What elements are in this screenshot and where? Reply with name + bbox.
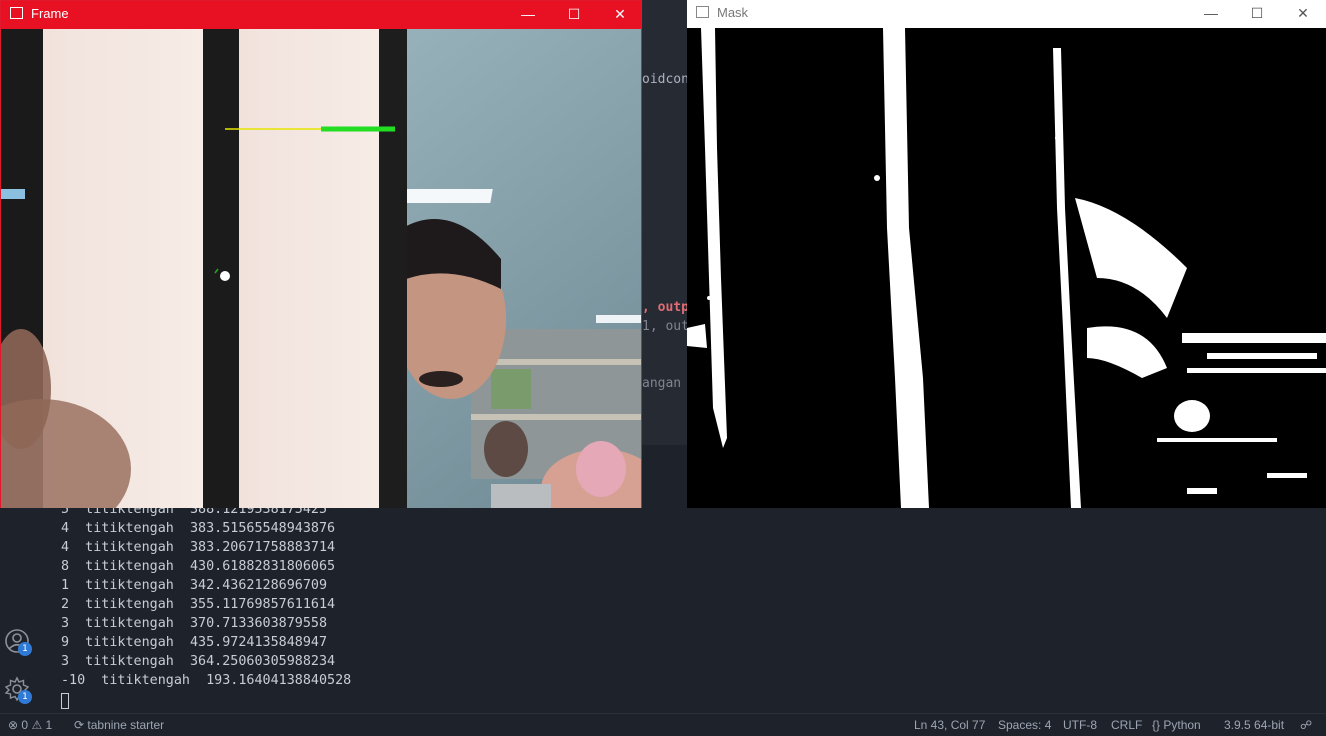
accounts-button[interactable]: 1 [4, 628, 32, 656]
mask-image [687, 28, 1326, 508]
error-icon: ⊗ [8, 718, 19, 732]
accounts-badge: 1 [18, 642, 32, 656]
terminal-line: 9 titiktengah 435.9724135848947 [61, 635, 328, 650]
code-fragment: , outp [642, 300, 689, 315]
binary-mask [687, 28, 1326, 508]
cursor-position[interactable]: Ln 43, Col 77 [914, 718, 985, 732]
tabnine-icon: ⟳ [74, 718, 85, 732]
mask-titlebar[interactable]: Mask — ☐ ✕ [687, 0, 1326, 26]
tabnine-label: tabnine starter [87, 718, 165, 732]
terminal-line: 3 titiktengah 370.7133603879558 [61, 616, 328, 631]
terminal-line: 8 titiktengah 430.61882831806065 [61, 559, 336, 574]
terminal-line: 4 titiktengah 383.51565548943876 [61, 521, 336, 536]
terminal-line: 3 titiktengah 364.25060305988234 [61, 654, 336, 669]
line-ending[interactable]: CRLF [1111, 718, 1142, 732]
terminal-line: 4 titiktengah 383.20671758883714 [61, 540, 336, 555]
encoding[interactable]: UTF-8 [1063, 718, 1097, 732]
camera-scene [1, 29, 641, 508]
app-icon [696, 6, 709, 18]
settings-badge: 1 [18, 690, 32, 704]
minimize-button[interactable]: — [1188, 0, 1234, 26]
problems-indicator[interactable]: ⊗ 0 ⚠ 1 [8, 718, 52, 732]
center-dot [220, 271, 230, 281]
close-button[interactable]: ✕ [1280, 0, 1326, 26]
terminal-line: -10 titiktengah 193.16404138840528 [61, 673, 352, 688]
maximize-button[interactable]: ☐ [551, 1, 597, 27]
frame-titlebar[interactable]: Frame — ☐ ✕ [1, 1, 641, 27]
python-interpreter[interactable]: 3.9.5 64-bit [1224, 718, 1284, 732]
minimize-button[interactable]: — [505, 1, 551, 27]
tabnine-status[interactable]: ⟳ tabnine starter [74, 718, 164, 732]
frame-window[interactable]: Frame — ☐ ✕ [0, 0, 642, 508]
status-bar: ⊗ 0 ⚠ 1 ⟳ tabnine starter Ln 43, Col 77 … [0, 713, 1326, 736]
maximize-button[interactable]: ☐ [1234, 0, 1280, 26]
language-label: Python [1163, 718, 1201, 732]
braces-icon: {} [1152, 718, 1161, 732]
indentation[interactable]: Spaces: 4 [998, 718, 1051, 732]
terminal-panel[interactable]: 5 titiktengah 388.1219538175425 4 titikt… [0, 502, 1326, 713]
feedback-icon[interactable]: ☍ [1300, 718, 1312, 732]
language-mode[interactable]: {} Python [1152, 718, 1201, 732]
error-count: 0 [21, 718, 29, 732]
mask-window[interactable]: Mask — ☐ ✕ [687, 0, 1326, 508]
terminal-line: 2 titiktengah 355.11769857611614 [61, 597, 336, 612]
frame-title: Frame [31, 6, 69, 21]
mask-title: Mask [717, 5, 749, 20]
terminal-line: 1 titiktengah 342.4362128696709 [61, 578, 328, 593]
terminal-cursor [61, 693, 69, 709]
warning-count: 1 [45, 718, 53, 732]
close-button[interactable]: ✕ [597, 1, 643, 27]
manage-button[interactable]: 1 [4, 676, 32, 704]
warning-icon: ⚠ [31, 718, 43, 732]
camera-frame-image [1, 29, 641, 508]
code-fragment: angan [642, 376, 682, 391]
code-fragment: 1, out [642, 319, 689, 334]
app-icon [10, 7, 23, 19]
